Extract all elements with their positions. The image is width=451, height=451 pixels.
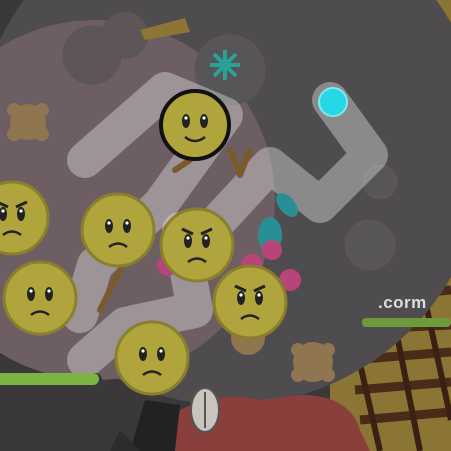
smiley-creature-icon — [212, 264, 288, 340]
smiley-creature-icon — [159, 207, 235, 283]
cookie-icon — [7, 103, 49, 141]
red-creature — [110, 395, 370, 451]
smiley-creature-icon — [2, 260, 78, 336]
left-health-fill — [0, 373, 99, 385]
brand-label: .corm — [378, 293, 427, 312]
right-health-bar — [362, 318, 451, 327]
cyan-orb-icon[interactable] — [318, 87, 348, 117]
sea-urchin-icon — [210, 50, 240, 80]
smiley-creature-icon — [159, 89, 231, 161]
pale-leaf-icon — [190, 387, 220, 433]
smiley-creature-icon — [114, 320, 190, 396]
left-health-bar — [0, 373, 102, 385]
cookie-icon-2 — [291, 342, 335, 382]
smiley-creature-icon — [80, 192, 156, 268]
